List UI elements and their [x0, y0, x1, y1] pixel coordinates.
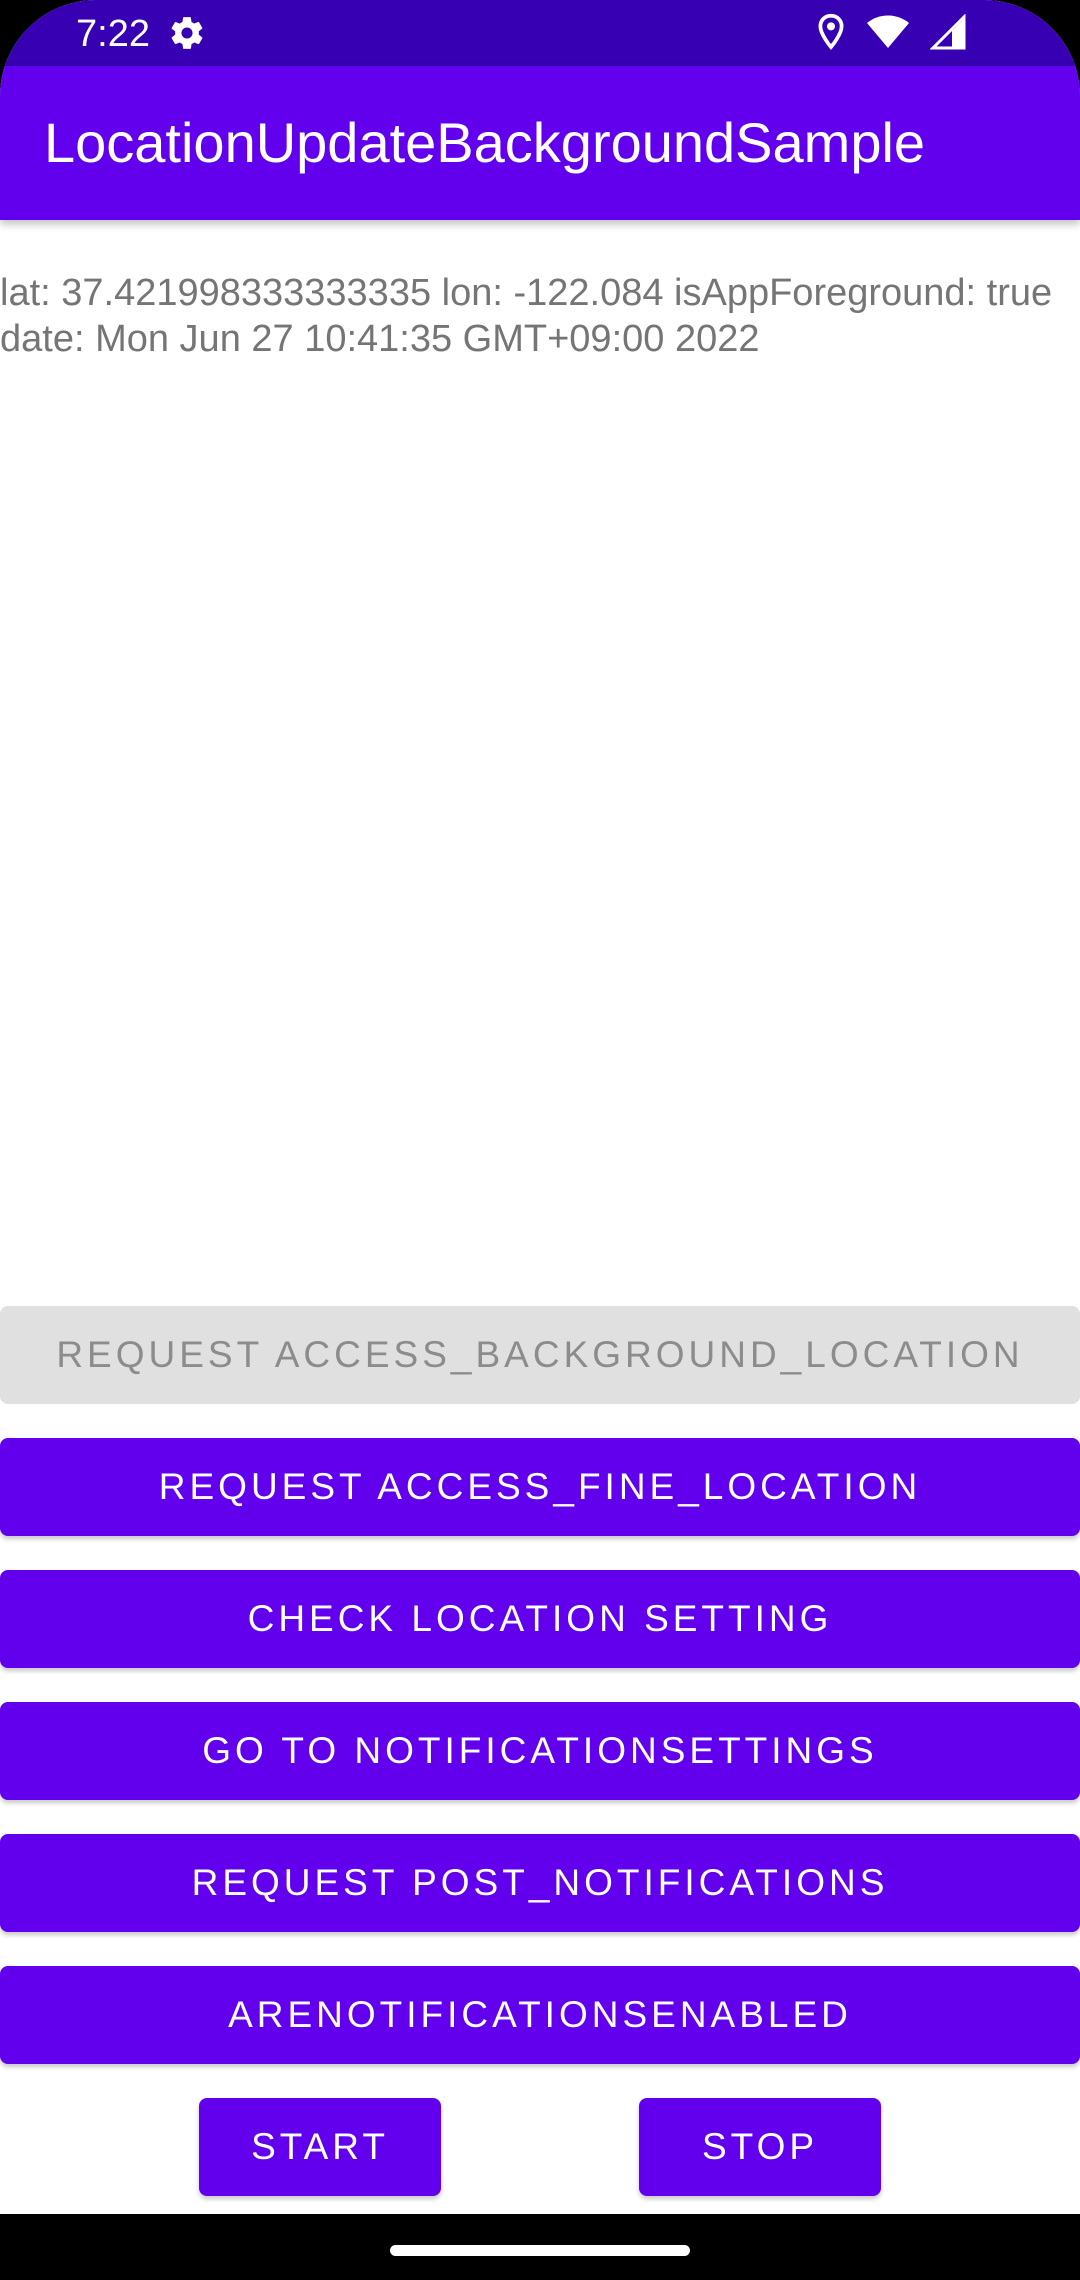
- location-coordinates-text: lat: 37.421998333333335 lon: -122.084 is…: [0, 272, 1053, 314]
- app-bar: LocationUpdateBackgroundSample: [0, 66, 1080, 220]
- signal-icon: [929, 12, 966, 55]
- are-notifications-enabled-button[interactable]: ARENOTIFICATIONSENABLED: [0, 1966, 1080, 2064]
- location-pin-icon: [816, 13, 846, 56]
- check-location-setting-button[interactable]: CHECK LOCATION SETTING: [0, 1570, 1080, 1668]
- gear-icon: [168, 14, 206, 52]
- location-date-text: date: Mon Jun 27 10:41:35 GMT+09:00 2022: [0, 318, 760, 360]
- location-info-text: lat: 37.421998333333335 lon: -122.084 is…: [0, 270, 1080, 362]
- status-bar: 7:22: [0, 0, 1080, 66]
- status-icons: [816, 12, 966, 56]
- request-background-location-button[interactable]: REQUEST ACCESS_BACKGROUND_LOCATION: [0, 1306, 1080, 1404]
- app-title: LocationUpdateBackgroundSample: [44, 111, 926, 174]
- app-screen: 7:22 LocationUpdateBackgroundSample lat:…: [0, 0, 1080, 2280]
- request-post-notifications-button[interactable]: REQUEST POST_NOTIFICATIONS: [0, 1834, 1080, 1932]
- request-fine-location-button[interactable]: REQUEST ACCESS_FINE_LOCATION: [0, 1438, 1080, 1536]
- go-to-notification-settings-button[interactable]: GO TO NOTIFICATIONSETTINGS: [0, 1702, 1080, 1800]
- wifi-icon: [866, 15, 910, 54]
- status-time: 7:22: [76, 13, 150, 55]
- screen-bottom-corners: [0, 2180, 1080, 2280]
- home-gesture-handle[interactable]: [390, 2245, 690, 2256]
